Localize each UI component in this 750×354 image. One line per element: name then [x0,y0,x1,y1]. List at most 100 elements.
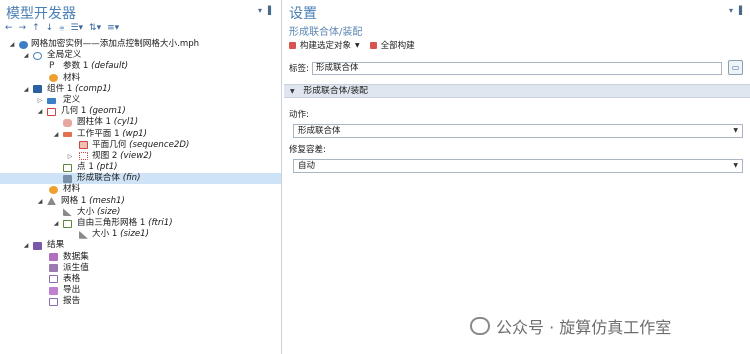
sort-icon[interactable]: ⇅▾ [89,23,101,33]
tree-node-mesh[interactable]: ◢ 网格 1 (mesh1) [0,196,281,207]
wechat-logo-icon [470,317,490,335]
watermark: 公众号 · 旋算仿真工作室 [470,314,671,338]
repair-caption: 修复容差: [289,145,326,155]
tree-node-component[interactable]: ◢ 组件 1 (comp1) [0,84,281,95]
component-icon [33,85,42,94]
collapse-caret-icon[interactable]: ◢ [22,84,30,95]
label-caption: 标签: [289,64,309,74]
free-triangular-icon [63,219,72,228]
point-icon [63,163,72,172]
definitions-icon [47,97,56,104]
action-caption: 动作: [289,110,309,120]
tree-node-export[interactable]: 导出 [0,285,281,296]
action-select[interactable]: 形成联合体 ▼ [293,124,743,138]
collapse-caret-icon[interactable]: ◢ [52,129,60,140]
union-icon [63,174,72,183]
materials-icon [49,74,58,83]
results-icon [33,241,42,250]
model-builder-panel: 模型开发器 ▾ ▌ ← → ↑ ↓ ⩷ ☰▾ ⇅▾ ≡▾ ◢ 网格加密实例——添… [0,0,282,354]
tree-node-report[interactable]: 报告 [0,296,281,307]
tree-node-point[interactable]: 点 1 (pt1) [0,162,281,173]
tree-node-datasets[interactable]: 数据集 [0,252,281,263]
build-all-icon[interactable] [369,41,377,49]
tree-node-workplane[interactable]: ◢ 工作平面 1 (wp1) [0,129,281,140]
tree-node-cylinder[interactable]: 圆柱体 1 (cyl1) [0,117,281,128]
chevron-down-icon: ▼ [733,162,738,169]
chevron-down-icon: ▼ [733,127,738,134]
tree-node-derived[interactable]: 派生值 [0,263,281,274]
collapse-caret-icon[interactable]: ◢ [36,106,44,117]
view-icon [79,152,88,161]
action-value: 形成联合体 [298,126,341,136]
arrow-right-icon[interactable]: → [19,23,27,33]
tree-node-union[interactable]: 形成联合体 (fin) [0,173,281,185]
list-icon[interactable]: ≡▾ [107,23,119,33]
tree-node-global-defs[interactable]: ◢ 全局定义 [0,50,281,61]
build-selected-icon[interactable] [289,41,296,49]
expand-icon[interactable]: ☰▾ [70,23,83,33]
tree-node-size[interactable]: 大小 (size) [0,207,281,218]
report-icon [49,297,58,306]
section-header[interactable]: ▼ 形成联合体/装配 [284,84,750,98]
plane-geometry-icon [79,141,88,150]
expand-caret-icon[interactable]: ▷ [36,95,44,106]
settings-subtitle: 形成联合体/装配 [289,27,363,38]
datasets-icon [49,253,58,262]
tree-node-view[interactable]: ▷ 视图 2 (view2) [0,151,281,162]
derived-values-icon [49,264,58,273]
label-edit-button[interactable]: ▭ [728,60,743,75]
tree-node-param[interactable]: P 参数 1 (default) [0,61,281,72]
expand-caret-icon[interactable]: ▷ [66,151,74,162]
parameter-icon: P [49,61,55,72]
tree-node-root[interactable]: ◢ 网格加密实例——添加点控制网格大小.mph [0,39,281,50]
tree-node-results[interactable]: ◢ 结果 [0,240,281,251]
collapse-caret-icon[interactable]: ◢ [52,218,60,229]
collapse-caret-icon[interactable]: ◢ [36,196,44,207]
panel-title: 模型开发器 [6,6,76,22]
repair-value: 自动 [298,161,316,171]
workplane-icon [63,131,72,137]
collapse-caret-icon[interactable]: ◢ [22,50,30,61]
arrow-down-icon[interactable]: ↓ [46,23,54,33]
tree-node-planegeom[interactable]: 平面几何 (sequence2D) [0,140,281,151]
pin-icon[interactable]: ▾ [258,6,262,15]
collapse-caret-icon[interactable]: ◢ [8,39,16,50]
size-icon [79,230,88,239]
filter-icon[interactable]: ⩷ [59,23,64,33]
build-selected-button[interactable]: 构建选定对象 [300,39,351,51]
dock-pin-icon[interactable]: ▌ [268,6,274,15]
export-icon [49,286,58,295]
section-title: 形成联合体/装配 [303,86,368,96]
arrow-up-icon[interactable]: ↑ [32,23,40,33]
tables-icon [49,275,58,284]
collapse-caret-icon[interactable]: ▼ [290,88,295,95]
pin-icon[interactable]: ▾ [729,6,733,15]
build-all-button[interactable]: 全部构建 [381,39,415,51]
tree-node-definitions[interactable]: ▷ 定义 [0,95,281,106]
size-icon [63,208,72,217]
repair-select[interactable]: 自动 ▼ [293,159,743,173]
tree-node-geometry[interactable]: ◢ 几何 1 (geom1) [0,106,281,117]
dock-pin-icon[interactable]: ▌ [739,6,745,15]
model-icon [19,40,28,49]
geometry-icon [47,107,56,116]
settings-title: 设置 [289,6,317,22]
globe-icon [33,51,42,60]
model-toolbar: ← → ↑ ↓ ⩷ ☰▾ ⇅▾ ≡▾ [5,22,119,34]
tree-node-materials-global[interactable]: 材料 [0,73,281,84]
tree-node-tables[interactable]: 表格 [0,274,281,285]
tree-node-materials[interactable]: 材料 [0,184,281,195]
materials-icon [49,185,58,194]
chevron-down-icon[interactable]: ▼ [355,42,360,49]
collapse-caret-icon[interactable]: ◢ [22,240,30,251]
watermark-text: 公众号 · 旋算仿真工作室 [496,318,672,337]
mesh-icon [47,197,56,206]
arrow-left-icon[interactable]: ← [5,23,13,33]
settings-panel: 设置 ▾ ▌ 形成联合体/装配 构建选定对象 ▼ 全部构建 标签: 形成联合体 … [284,0,750,354]
cylinder-icon [63,118,72,127]
tree-node-size1[interactable]: 大小 1 (size1) [0,229,281,240]
tree-node-ftri[interactable]: ◢ 自由三角形网格 1 (ftri1) [0,218,281,229]
label-field[interactable]: 形成联合体 [312,62,722,75]
model-tree: ◢ 网格加密实例——添加点控制网格大小.mph ◢ 全局定义 P 参数 1 (d… [0,39,281,308]
build-toolbar: 构建选定对象 ▼ 全部构建 [289,39,415,51]
